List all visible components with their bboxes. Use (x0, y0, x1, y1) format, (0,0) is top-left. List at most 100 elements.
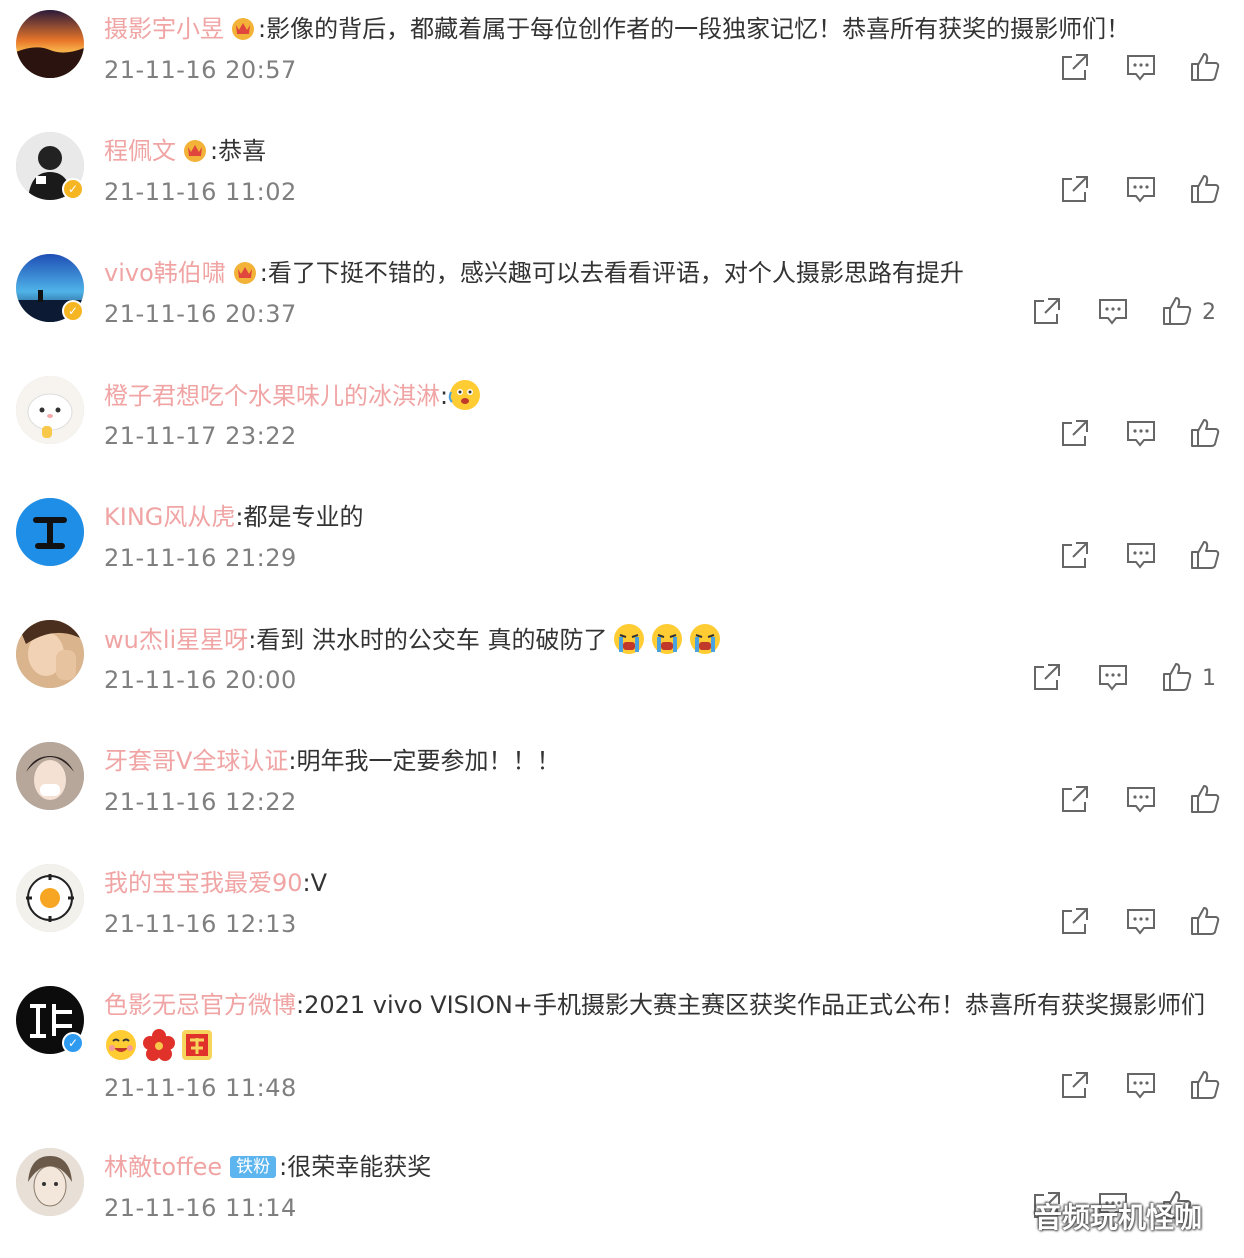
share-icon[interactable] (1058, 50, 1092, 84)
comment-item: ✓ vivo韩伯啸:看了下挺不错的，感兴趣可以去看看评语，对个人摄影思路有提升 … (0, 244, 1244, 354)
crown-badge-icon (230, 16, 256, 40)
like-count: 2 (1202, 300, 1216, 325)
avatar[interactable] (16, 498, 84, 566)
comment-line: 摄影宇小昱:影像的背后，都藏着属于每位创作者的一段独家记忆！恭喜所有获奖的摄影师… (104, 15, 1131, 43)
comment-icon[interactable] (1124, 538, 1158, 572)
timestamp: 21-11-16 12:13 (104, 910, 297, 938)
comment-line: 林敵toffee 铁粉:很荣幸能获奖 (104, 1153, 432, 1181)
surprised-emoji-icon (448, 378, 482, 412)
comment-icon[interactable] (1096, 660, 1130, 694)
comment-item: ✓ 程佩文:恭喜 21-11-16 11:02 (0, 122, 1244, 232)
verified-icon: ✓ (62, 300, 84, 322)
like-icon[interactable] (1188, 538, 1222, 572)
like-icon[interactable] (1188, 1068, 1222, 1102)
comment-icon[interactable] (1124, 50, 1158, 84)
comment-actions (1058, 416, 1228, 456)
comment-text: 都是专业的 (243, 503, 364, 531)
comment-item: KING风从虎:都是专业的 21-11-16 21:29 (0, 488, 1244, 598)
comment-line: 牙套哥V全球认证:明年我一定要参加！！！ (104, 747, 561, 775)
timestamp: 21-11-16 20:00 (104, 666, 297, 694)
comment-text: V (310, 869, 328, 897)
comment-icon[interactable] (1124, 782, 1158, 816)
like-icon[interactable] (1160, 660, 1194, 694)
comment-line: 橙子君想吃个水果味儿的冰淇淋: (104, 378, 1224, 413)
username-link[interactable]: 林敵toffee (104, 1153, 222, 1181)
share-icon[interactable] (1030, 294, 1064, 328)
comment-item: 我的宝宝我最爱90:V 21-11-16 12:13 (0, 854, 1244, 964)
comment-line: vivo韩伯啸:看了下挺不错的，感兴趣可以去看看评语，对个人摄影思路有提升 (104, 259, 964, 287)
comment-text: 看到 洪水时的公交车 真的破防了 (256, 626, 608, 654)
comment-actions (1058, 538, 1228, 578)
timestamp: 21-11-17 23:22 (104, 422, 297, 450)
flower-emoji-icon (142, 1028, 176, 1062)
comment-actions (1058, 50, 1228, 90)
avatar[interactable] (16, 742, 84, 810)
like-icon[interactable] (1188, 416, 1222, 450)
comment-item: 牙套哥V全球认证:明年我一定要参加！！！ 21-11-16 12:22 (0, 732, 1244, 842)
crown-badge-icon (232, 260, 258, 284)
comment-item: 橙子君想吃个水果味儿的冰淇淋: 21-11-17 23:22 (0, 366, 1244, 476)
like-icon[interactable] (1188, 904, 1222, 938)
comment-icon[interactable] (1124, 1068, 1158, 1102)
share-icon[interactable] (1058, 904, 1092, 938)
avatar[interactable] (16, 864, 84, 932)
comment-line: KING风从虎:都是专业的 (104, 503, 364, 531)
verified-icon: ✓ (62, 1032, 84, 1054)
timestamp: 21-11-16 11:02 (104, 178, 297, 206)
watermark: 音频玩机怪咖 (1034, 1201, 1203, 1234)
comment-actions (1058, 1068, 1228, 1108)
avatar[interactable] (16, 376, 84, 444)
crown-badge-icon (182, 138, 208, 162)
avatar[interactable] (16, 10, 84, 78)
like-icon[interactable] (1160, 294, 1194, 328)
username-link[interactable]: 色影无忌官方微博 (104, 991, 296, 1019)
comment-actions (1058, 172, 1228, 212)
username-link[interactable]: 牙套哥V全球认证 (104, 747, 288, 775)
like-icon[interactable] (1188, 50, 1222, 84)
comment-line: wu杰li星星呀:看到 洪水时的公交车 真的破防了 (104, 622, 1224, 657)
comment-icon[interactable] (1096, 294, 1130, 328)
comment-text: 恭喜 (218, 137, 267, 165)
comment-text: 2021 vivo VISION+手机摄影大赛主赛区获奖作品正式公布！恭喜所有获… (304, 991, 1205, 1019)
username-link[interactable]: KING风从虎 (104, 503, 235, 531)
share-icon[interactable] (1058, 416, 1092, 450)
username-link[interactable]: wu杰li星星呀 (104, 626, 248, 654)
comment-line: 程佩文:恭喜 (104, 137, 267, 165)
cry-emoji-icon (650, 622, 684, 656)
comment-text: 看了下挺不错的，感兴趣可以去看看评语，对个人摄影思路有提升 (267, 259, 964, 287)
share-icon[interactable] (1058, 1068, 1092, 1102)
like-icon[interactable] (1188, 782, 1222, 816)
timestamp: 21-11-16 11:48 (104, 1074, 297, 1102)
timestamp: 21-11-16 11:14 (104, 1194, 297, 1222)
like-icon[interactable] (1188, 172, 1222, 206)
username-link[interactable]: 程佩文 (104, 137, 176, 165)
smile-emoji-icon (104, 1028, 138, 1062)
timestamp: 21-11-16 21:29 (104, 544, 297, 572)
comment-text: 影像的背后，都藏着属于每位创作者的一段独家记忆！恭喜所有获奖的摄影师们！ (266, 15, 1131, 43)
username-link[interactable]: vivo韩伯啸 (104, 259, 226, 287)
award-emoji-icon (180, 1028, 214, 1062)
comment-icon[interactable] (1124, 172, 1158, 206)
username-link[interactable]: 我的宝宝我最爱90 (104, 869, 303, 897)
comment-item: ✓ 色影无忌官方微博:2021 vivo VISION+手机摄影大赛主赛区获奖作… (0, 976, 1244, 1126)
share-icon[interactable] (1058, 782, 1092, 816)
share-icon[interactable] (1058, 538, 1092, 572)
comment-item: wu杰li星星呀:看到 洪水时的公交车 真的破防了 21-11-16 20:00… (0, 610, 1244, 720)
avatar[interactable] (16, 620, 84, 688)
comment-actions (1058, 782, 1228, 822)
emoji-row (104, 1028, 214, 1064)
like-count: 1 (1202, 666, 1216, 691)
comment-icon[interactable] (1124, 416, 1158, 450)
timestamp: 21-11-16 20:37 (104, 300, 297, 328)
username-link[interactable]: 摄影宇小昱 (104, 15, 224, 43)
comment-line: 色影无忌官方微博:2021 vivo VISION+手机摄影大赛主赛区获奖作品正… (104, 991, 1205, 1019)
comment-text: 明年我一定要参加！！！ (296, 747, 561, 775)
avatar[interactable] (16, 1148, 84, 1216)
username-link[interactable]: 橙子君想吃个水果味儿的冰淇淋 (104, 382, 440, 410)
fan-badge: 铁粉 (230, 1156, 277, 1178)
share-icon[interactable] (1030, 660, 1064, 694)
comment-actions: 1 (1030, 660, 1230, 700)
share-icon[interactable] (1058, 172, 1092, 206)
comment-icon[interactable] (1124, 904, 1158, 938)
comment-text: 很荣幸能获奖 (287, 1153, 432, 1181)
